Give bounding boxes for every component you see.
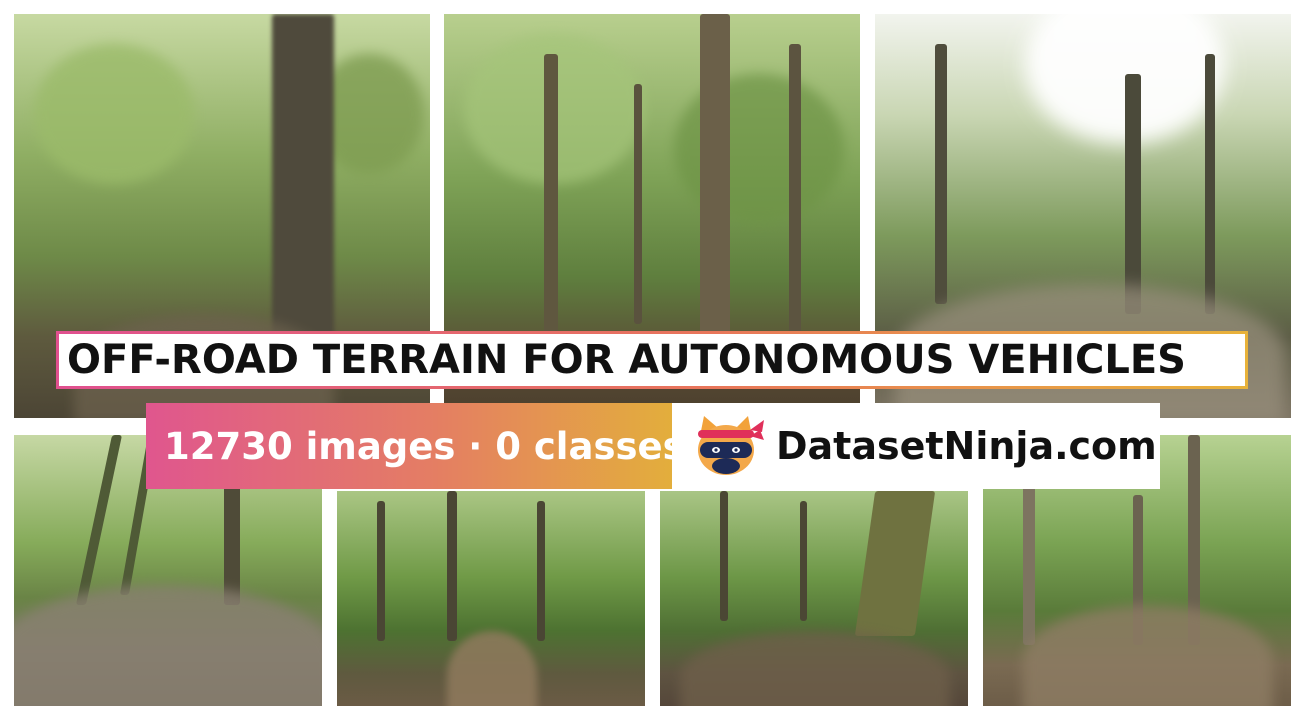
title-banner: OFF-ROAD TERRAIN FOR AUTONOMOUS VEHICLES (56, 331, 1248, 389)
brand-name[interactable]: DatasetNinja.com (776, 424, 1157, 468)
ninja-cat-logo-icon (690, 414, 764, 478)
dataset-stats: 12730 images · 0 classes (164, 424, 685, 468)
forest-photo-6 (660, 491, 968, 706)
brand-banner[interactable]: DatasetNinja.com (672, 403, 1160, 489)
stats-banner: 12730 images · 0 classes (146, 403, 685, 489)
dataset-title: OFF-ROAD TERRAIN FOR AUTONOMOUS VEHICLES (67, 337, 1186, 383)
title-banner-inner: OFF-ROAD TERRAIN FOR AUTONOMOUS VEHICLES (59, 334, 1245, 386)
forest-photo-5 (337, 491, 645, 706)
